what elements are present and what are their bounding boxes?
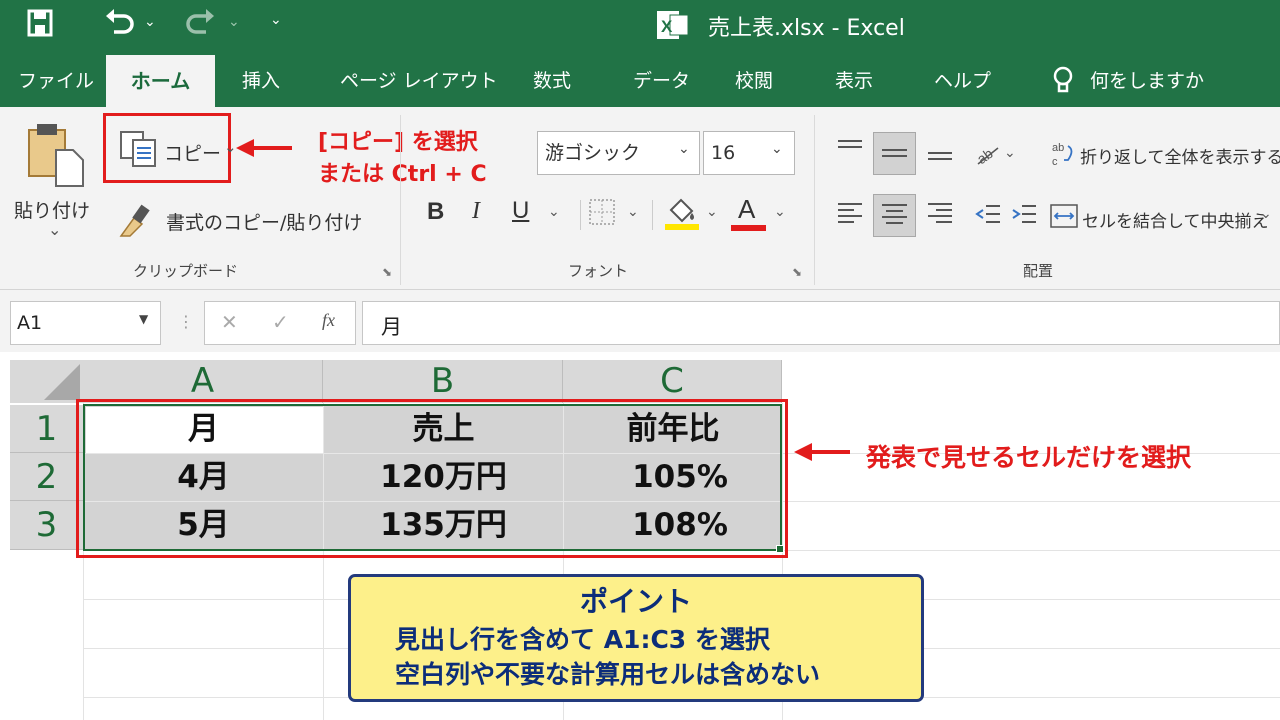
font-color-bar [731,225,766,231]
bold-button[interactable]: B [427,198,444,226]
svg-text:X: X [661,17,673,36]
formula-input[interactable]: 月 [362,301,1280,345]
svg-text:ab: ab [974,145,996,167]
clipboard-launcher-icon[interactable]: ⬊ [382,265,392,279]
lightbulb-icon [1052,66,1074,98]
merge-center-button[interactable]: セルを結合して中央揃え [1082,207,1269,232]
undo-icon[interactable] [104,6,134,47]
row-header-3[interactable]: 3 [10,501,83,550]
font-name-dropdown[interactable]: 游ゴシック [537,131,700,175]
undo-dropdown-icon[interactable]: ⌄ [144,14,156,30]
name-box-value: A1 [17,312,43,334]
align-center-button[interactable] [873,194,916,237]
wrap-text-button[interactable]: 折り返して全体を表示する [1080,143,1280,168]
orientation-dropdown-icon[interactable]: ⌄ [1004,145,1016,161]
row-header-2[interactable]: 2 [10,453,83,501]
row-header-1[interactable]: 1 [10,405,83,453]
tab-help[interactable]: ヘルプ [934,66,991,93]
tab-formulas[interactable]: 数式 [533,66,571,93]
insert-function-icon[interactable]: fx [322,310,335,331]
copy-button[interactable]: コピー [164,139,221,166]
font-name-value: 游ゴシック [545,142,641,164]
align-top-icon[interactable] [836,137,864,165]
copy-callout-line1: [コピー] を選択 [318,130,478,155]
name-box[interactable]: A1 ▼ [10,301,161,345]
separator [580,200,581,230]
copy-callout-line2: または Ctrl + C [318,162,487,187]
merge-center-dropdown-icon[interactable]: ⌄ [1260,206,1272,222]
font-launcher-icon[interactable]: ⬊ [792,265,802,279]
column-header-b[interactable]: B [323,360,563,403]
column-header-c[interactable]: C [563,360,782,403]
tab-home[interactable]: ホーム [106,55,215,107]
italic-button[interactable]: I [472,198,480,225]
formula-content: 月 [381,315,402,339]
separator [814,115,815,285]
select-all-corner[interactable] [10,360,83,403]
paste-dropdown-icon[interactable]: ⌄ [48,220,61,239]
fill-color-dropdown-icon[interactable]: ⌄ [706,204,718,220]
selection-highlight-box [76,399,788,558]
underline-dropdown-icon[interactable]: ⌄ [548,204,560,220]
paste-label[interactable]: 貼り付け [14,196,90,223]
tab-file[interactable]: ファイル [18,66,94,93]
font-group-label: フォント [568,262,629,280]
fill-color-icon[interactable] [665,196,699,236]
save-icon[interactable] [26,8,54,45]
copy-icon[interactable] [119,130,159,174]
alignment-group-label: 配置 [1023,262,1054,280]
align-middle-button[interactable] [873,132,916,175]
paste-icon[interactable] [26,122,86,192]
name-box-dropdown-icon[interactable]: ▼ [139,312,148,326]
font-name-chevron-icon[interactable]: ⌄ [678,141,690,157]
align-left-icon[interactable] [836,200,864,232]
enter-icon[interactable]: ✓ [272,310,289,334]
borders-icon[interactable] [589,199,615,229]
point-line1: 見出し行を含めて A1:C3 を選択 [395,625,770,654]
cancel-icon[interactable]: ✕ [221,310,238,334]
point-title: ポイント [579,585,692,618]
select-arrow-line [810,450,850,454]
tab-review[interactable]: 校閲 [735,66,773,93]
point-line2: 空白列や不要な計算用セルは含めない [395,660,821,689]
separator [652,200,653,230]
copy-dropdown-icon[interactable]: ⌄ [224,138,237,156]
tab-view[interactable]: 表示 [835,66,873,93]
increase-indent-icon[interactable] [1010,202,1038,232]
font-color-button[interactable]: A [738,194,755,225]
font-size-chevron-icon[interactable]: ⌄ [771,141,783,157]
font-color-dropdown-icon[interactable]: ⌄ [774,204,786,220]
customize-icon[interactable]: ⌄ [270,12,282,28]
column-header-a[interactable]: A [83,360,323,403]
redo-icon[interactable] [186,6,216,47]
align-right-icon[interactable] [926,200,954,232]
merge-center-icon[interactable] [1050,204,1078,232]
format-painter-icon[interactable] [118,202,156,242]
clipboard-group-label: クリップボード [133,262,239,280]
select-callout: 発表で見せるセルだけを選択 [866,443,1192,472]
orientation-icon[interactable]: ab [974,140,1002,172]
wrap-text-icon[interactable]: ab c [1050,140,1076,172]
font-size-value: 16 [711,142,736,164]
format-painter-button[interactable]: 書式のコピー/貼り付け [166,208,362,235]
svg-text:ab: ab [1052,142,1064,154]
window-title: 売上表.xlsx - Excel [708,16,905,41]
formula-bar-grip-icon: ⋮ [178,312,194,331]
decrease-indent-icon[interactable] [974,202,1002,232]
tab-insert[interactable]: 挿入 [242,66,280,93]
borders-dropdown-icon[interactable]: ⌄ [627,204,639,220]
tab-page-layout[interactable]: ページ レイアウト [340,66,498,93]
align-bottom-icon[interactable] [926,137,954,169]
svg-text:c: c [1052,156,1058,168]
tab-data[interactable]: データ [633,66,690,93]
underline-button[interactable]: U [512,197,529,225]
tell-me-search[interactable]: 何をしますか [1090,66,1204,93]
copy-arrow-line [252,146,292,150]
redo-dropdown-icon[interactable]: ⌄ [228,14,240,30]
separator [400,115,401,285]
excel-logo-icon: X [656,9,690,45]
